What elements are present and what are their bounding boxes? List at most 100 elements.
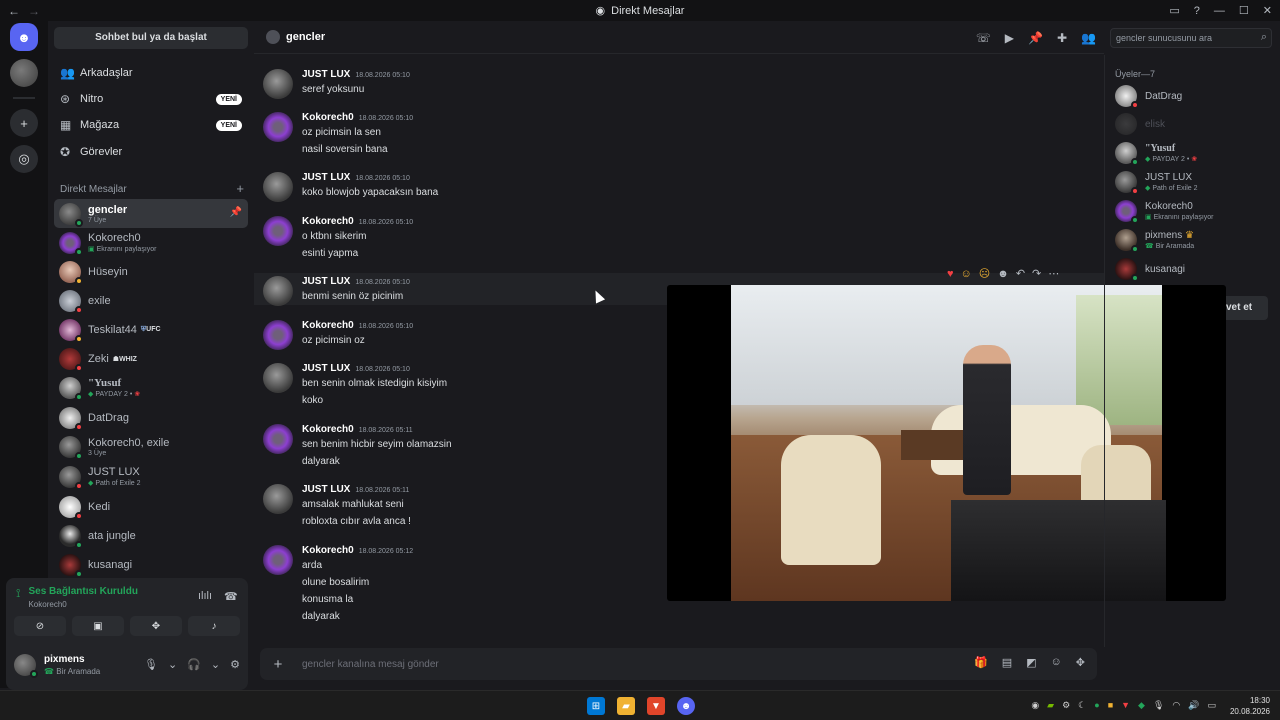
dm-item-datdrag[interactable]: DatDrag (54, 403, 248, 432)
member-item[interactable]: pixmens ♛ ☎ Bir Aramada (1115, 227, 1275, 253)
emoji-icon[interactable]: ☺ (1051, 656, 1062, 669)
dm-item-yusuf[interactable]: "Yusuf ◆ PAYDAY 2 • ❀ (54, 373, 248, 402)
screen-share-button[interactable]: ▣ (72, 616, 124, 636)
reply-icon[interactable]: ↶ (1016, 267, 1025, 280)
user-avatar[interactable] (14, 654, 38, 678)
avatar[interactable] (263, 424, 293, 454)
member-item[interactable]: kusanagi (1115, 256, 1275, 282)
headphones-icon[interactable]: 🎧 (187, 658, 201, 671)
tray-app-icon[interactable]: ● (1094, 700, 1099, 711)
heart-reaction-icon[interactable]: ♥ (947, 268, 954, 280)
direct-messages-home-button[interactable]: ☻ (10, 23, 38, 51)
apps-icon[interactable]: ✥ (1076, 656, 1085, 669)
nav-nitro[interactable]: ⊛ Nitro YENİ (54, 87, 248, 111)
message-author[interactable]: JUST LUX (302, 276, 350, 287)
message-author[interactable]: JUST LUX (302, 484, 350, 495)
tray-app-icon[interactable]: ▼ (1121, 700, 1130, 711)
maximize-icon[interactable]: ☐ (1239, 4, 1249, 17)
dm-item-kedi[interactable]: Kedi (54, 492, 248, 521)
back-arrow-icon[interactable]: ← (8, 4, 20, 18)
tray-app-icon[interactable]: ◉ (1031, 700, 1039, 711)
dm-item-ata-jungle[interactable]: ata jungle (54, 521, 248, 550)
dm-item-huseyin[interactable]: Hüseyin (54, 257, 248, 286)
find-conversation-button[interactable]: Sohbet bul ya da başlat (54, 27, 248, 49)
volume-icon[interactable]: 🔊 (1188, 700, 1199, 711)
steam-icon[interactable]: ⚙ (1062, 700, 1070, 711)
member-item[interactable]: Kokorech0 ▣ Ekranını paylaşıyor (1115, 198, 1275, 224)
avatar[interactable] (263, 112, 293, 142)
chevron-down-icon[interactable]: ⌄ (168, 658, 177, 671)
invite-button[interactable]: vet et (1226, 296, 1268, 320)
member-list-icon[interactable]: 👥 (1081, 31, 1096, 45)
dm-item-kokorech0[interactable]: Kokorech0 ▣ Ekranını paylaşıyor (54, 228, 248, 257)
chevron-down-icon[interactable]: ⌄ (211, 658, 220, 671)
tray-app-icon[interactable]: ■ (1108, 700, 1113, 711)
start-menu-icon[interactable]: ⊞ (587, 697, 605, 715)
camera-off-button[interactable]: ⊘ (14, 616, 66, 636)
avatar[interactable] (263, 216, 293, 246)
taskbar-clock[interactable]: 18:30 20.08.2026 (1230, 695, 1270, 717)
add-reaction-icon[interactable]: ☻ (997, 268, 1009, 280)
battery-icon[interactable]: ▭ (1207, 700, 1216, 711)
member-item[interactable]: DatDrag (1115, 83, 1275, 109)
message-author[interactable]: Kokorech0 (302, 112, 354, 123)
voice-call-icon[interactable]: ☏ (976, 31, 991, 45)
file-explorer-icon[interactable]: ▰ (617, 697, 635, 715)
brave-browser-icon[interactable]: ▼ (647, 697, 665, 715)
add-friends-icon[interactable]: ✚ (1057, 31, 1067, 45)
member-item[interactable]: "Yusuf ◆ PAYDAY 2 • ❀ (1115, 140, 1275, 166)
search-input[interactable]: gencler sunucusunu ara ⌕ (1110, 28, 1272, 48)
soundboard-button[interactable]: ♪ (188, 616, 240, 636)
avatar[interactable] (263, 69, 293, 99)
nav-quests[interactable]: ✪ Görevler (54, 140, 248, 164)
nav-friends[interactable]: 👥 Arkadaşlar (54, 61, 248, 85)
message-author[interactable]: Kokorech0 (302, 545, 354, 556)
pin-icon[interactable]: 📌 (1028, 31, 1043, 45)
nav-shop[interactable]: ▦ Mağaza YENİ (54, 113, 248, 137)
noise-suppression-icon[interactable]: ılılı (198, 590, 212, 602)
forward-arrow-icon[interactable]: → (28, 4, 40, 18)
message-author[interactable]: Kokorech0 (302, 320, 354, 331)
wink-reaction-icon[interactable]: ☺ (961, 268, 972, 280)
close-icon[interactable]: ✕ (1263, 4, 1272, 17)
forward-icon[interactable]: ↷ (1032, 267, 1041, 280)
member-item[interactable]: elisk (1115, 111, 1275, 137)
message-author[interactable]: Kokorech0 (302, 424, 354, 435)
microphone-icon[interactable]: 🎙 (144, 658, 158, 671)
message-author[interactable]: JUST LUX (302, 69, 350, 80)
dm-item-gencler[interactable]: gencler 7 Üye 📌 (54, 199, 248, 228)
nvidia-icon[interactable]: ▰ (1047, 700, 1054, 711)
sticker-icon[interactable]: ◩ (1026, 656, 1036, 669)
dm-item-zeki[interactable]: Zeki ☗WHIZ (54, 344, 248, 373)
avatar[interactable] (263, 172, 293, 202)
create-dm-button[interactable]: + (236, 182, 244, 195)
more-options-icon[interactable]: ⋯ (1048, 267, 1059, 280)
add-server-button[interactable]: + (10, 109, 38, 137)
disconnect-icon[interactable]: ☎ (224, 590, 238, 603)
server-icon[interactable] (10, 59, 38, 87)
voice-channel-name[interactable]: Kokorech0 (28, 600, 137, 609)
gift-icon[interactable]: 🎁 (974, 656, 988, 669)
dm-item-kusanagi[interactable]: kusanagi (54, 550, 248, 579)
minimize-icon[interactable]: — (1214, 5, 1225, 17)
avatar[interactable] (263, 484, 293, 514)
dm-item-teskilat44[interactable]: Teskilat44 ⛨UFC (54, 315, 248, 344)
tray-app-icon[interactable]: ◆ (1138, 700, 1145, 711)
gear-icon[interactable]: ⚙ (230, 658, 240, 671)
smirk-reaction-icon[interactable]: ☹ (979, 267, 990, 280)
dm-item-kokorech0-exile[interactable]: Kokorech0, exile 3 Üye (54, 432, 248, 461)
avatar[interactable] (263, 363, 293, 393)
inbox-icon[interactable]: ▭ (1169, 4, 1179, 17)
tray-app-icon[interactable]: ☾ (1078, 700, 1086, 711)
activities-button[interactable]: ✥ (130, 616, 182, 636)
wifi-icon[interactable]: ◠ (1172, 700, 1180, 711)
member-item[interactable]: JUST LUX ◆ Path of Exile 2 (1115, 169, 1275, 195)
avatar[interactable] (263, 320, 293, 350)
gif-icon[interactable]: ▤ (1002, 656, 1012, 669)
pin-icon[interactable]: 📌 (230, 207, 242, 218)
dm-item-exile[interactable]: exile (54, 286, 248, 315)
message-author[interactable]: JUST LUX (302, 172, 350, 183)
help-icon[interactable]: ? (1194, 5, 1200, 17)
message-author[interactable]: Kokorech0 (302, 216, 354, 227)
message-author[interactable]: JUST LUX (302, 363, 350, 374)
